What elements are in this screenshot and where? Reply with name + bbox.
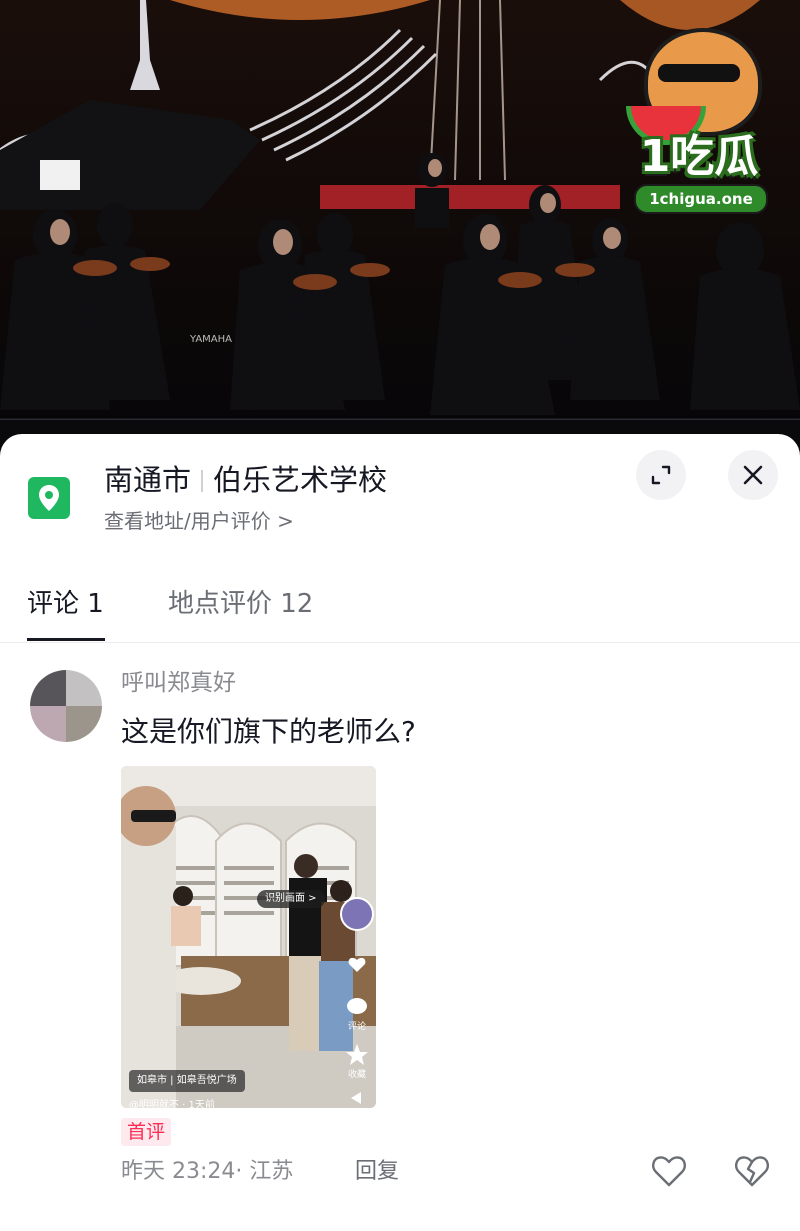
place-sheet bbox=[0, 434, 800, 1231]
close-button[interactable] bbox=[728, 450, 778, 500]
comment-username[interactable]: 呼叫郑真好 bbox=[121, 666, 236, 700]
place-city: 南通市 bbox=[104, 463, 192, 497]
comment-image[interactable]: 识别画面 > 评论 收藏 如皋市 | 如皋吾悦广场 @明明就不 · 1天前 bbox=[121, 766, 376, 1108]
attachment-author: @明明就不 · 1天前 bbox=[129, 1100, 215, 1108]
place-name: 伯乐艺术学校 bbox=[213, 463, 388, 497]
watermark-logo: 1吃瓜 1chigua.one bbox=[614, 28, 784, 216]
tabs-divider bbox=[0, 642, 800, 643]
dislike-button[interactable] bbox=[733, 1152, 771, 1190]
expand-icon bbox=[651, 465, 671, 485]
expand-button[interactable] bbox=[636, 450, 686, 500]
identify-scene-tag: 识别画面 > bbox=[257, 890, 325, 908]
first-comment-badge: 首评 bbox=[121, 1118, 172, 1146]
map-pin-icon bbox=[28, 477, 70, 519]
title-divider bbox=[201, 470, 204, 492]
reply-button[interactable]: 回复 bbox=[355, 1154, 399, 1190]
attachment-favorite-label: 收藏 bbox=[347, 1070, 366, 1080]
heart-icon bbox=[652, 1156, 686, 1187]
tab-comments[interactable]: 评论 1 bbox=[27, 584, 104, 624]
place-title[interactable]: 南通市 伯乐艺术学校 bbox=[104, 460, 387, 500]
comment-text: 这是你们旗下的老师么? bbox=[121, 715, 416, 748]
view-address-link[interactable]: 查看地址/用户评价 > bbox=[104, 506, 294, 536]
broken-heart-icon bbox=[735, 1156, 769, 1187]
watermark-brand: 1吃瓜 bbox=[639, 131, 759, 182]
hero-photo: YAMAHA 1吃瓜 1chigua.one bbox=[0, 0, 800, 470]
comment-timestamp: 昨天 23:24· 江苏 bbox=[121, 1159, 294, 1184]
avatar[interactable] bbox=[30, 670, 102, 742]
like-button[interactable] bbox=[650, 1152, 688, 1190]
tab-bar: 评论 1 地点评价 12 bbox=[0, 572, 800, 642]
watermark-url: 1chigua.one bbox=[634, 184, 768, 214]
attachment-location: 如皋市 | 如皋吾悦广场 bbox=[129, 1070, 245, 1092]
tab-place-reviews[interactable]: 地点评价 12 bbox=[168, 584, 313, 624]
active-tab-indicator bbox=[27, 638, 105, 641]
attachment-comment-label: 评论 bbox=[347, 1022, 366, 1032]
close-icon bbox=[743, 465, 763, 485]
watermark-sunglasses bbox=[658, 64, 740, 82]
svg-text:YAMAHA: YAMAHA bbox=[189, 334, 232, 345]
attachment-photo bbox=[121, 766, 376, 1108]
